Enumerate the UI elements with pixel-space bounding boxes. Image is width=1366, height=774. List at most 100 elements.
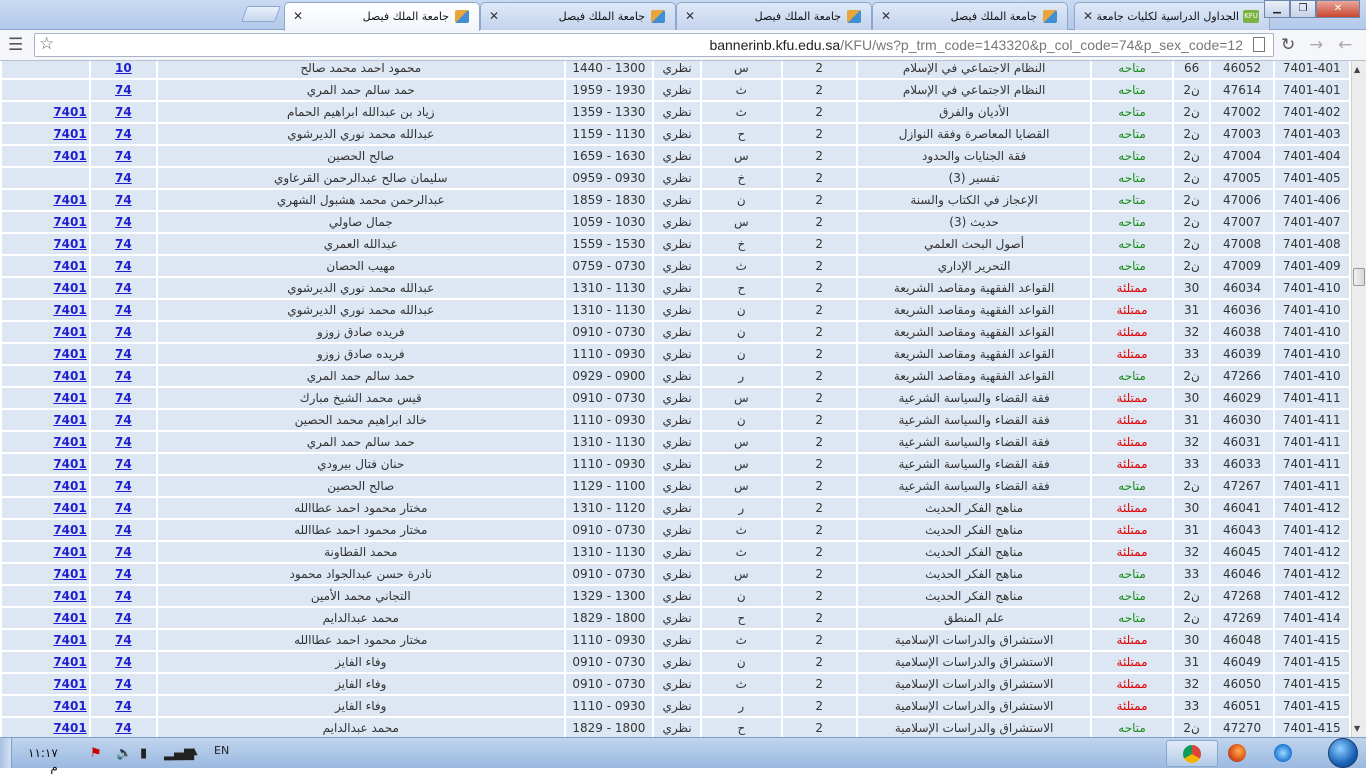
building-code-link[interactable]: 7401 [53,127,86,141]
close-icon[interactable]: ✕ [1083,9,1093,23]
class-type: نظري [654,190,701,210]
college-code-link[interactable]: 74 [115,699,132,713]
college-code-link[interactable]: 74 [115,259,132,273]
building-code-link[interactable]: 7401 [53,347,86,361]
college-code-link[interactable]: 74 [115,633,132,647]
start-button[interactable] [1328,738,1358,768]
building-code-link[interactable]: 7401 [53,589,86,603]
college-code-link[interactable]: 74 [115,523,132,537]
college-code-link[interactable]: 74 [115,369,132,383]
building-code-link[interactable]: 7401 [53,545,86,559]
college-code-link[interactable]: 74 [115,347,132,361]
scrollbar-thumb[interactable] [1353,268,1365,286]
building-code-link[interactable]: 7401 [53,721,86,735]
tab-kfu-4[interactable]: ✕ جامعة الملك فيصل [872,2,1068,30]
building-code-link[interactable]: 7401 [53,501,86,515]
action-center-icon[interactable]: ⚑ [90,746,102,761]
building-code-link[interactable]: 7401 [53,655,86,669]
building-code-link[interactable]: 7401 [53,633,86,647]
building-code-link[interactable]: 7401 [53,259,86,273]
building-code-link[interactable]: 7401 [53,413,86,427]
college-code-link[interactable]: 74 [115,171,132,185]
tab-kfu-active[interactable]: ✕ جامعة الملك فيصل [284,2,480,31]
college-code-link[interactable]: 74 [115,457,132,471]
taskbar-chrome[interactable] [1166,740,1218,767]
building-code-link[interactable]: 7401 [53,215,86,229]
college-code-link[interactable]: 74 [115,611,132,625]
language-indicator[interactable]: EN [214,744,229,757]
show-desktop-button[interactable] [0,738,12,768]
building-code-link[interactable]: 7401 [53,677,86,691]
menu-icon[interactable]: ☰ [8,35,23,55]
college-code-link[interactable]: 74 [115,721,132,735]
close-icon[interactable]: ✕ [685,9,695,23]
building-code-link[interactable]: 7401 [53,237,86,251]
taskbar-ie[interactable] [1258,740,1310,767]
college-code-link[interactable]: 74 [115,325,132,339]
college-code-link[interactable]: 74 [115,567,132,581]
scroll-up-icon[interactable]: ▲ [1354,65,1360,74]
college-code-link[interactable]: 74 [115,127,132,141]
close-window-icon[interactable]: ✕ [1316,0,1360,18]
college-code-link[interactable]: 74 [115,281,132,295]
building-code-link[interactable]: 7401 [53,567,86,581]
college-code-link[interactable]: 10 [115,61,132,75]
course-code: 7401-409 [1274,256,1349,276]
college-code-link[interactable]: 74 [115,303,132,317]
reload-icon[interactable]: ↻ [1281,35,1295,55]
building-code-link[interactable]: 7401 [53,435,86,449]
volume-icon[interactable]: 🔈 [116,746,132,761]
building-code-link[interactable]: 7401 [53,325,86,339]
power-icon[interactable]: ▮ [140,746,147,761]
clock[interactable]: ١١:١٧ م [28,746,58,774]
tab-kfu-3[interactable]: ✕ جامعة الملك فيصل [676,2,872,30]
college-code-link[interactable]: 74 [115,677,132,691]
tab-kfu-2[interactable]: ✕ جامعة الملك فيصل [480,2,676,30]
new-tab-button[interactable] [241,6,281,22]
building-code-link[interactable]: 7401 [53,457,86,471]
college-code-link[interactable]: 74 [115,501,132,515]
restore-icon[interactable]: ❐ [1290,0,1316,18]
building-code-link[interactable]: 7401 [53,193,86,207]
college-code-link[interactable]: 74 [115,149,132,163]
college-code-link[interactable]: 74 [115,435,132,449]
tab-schedules[interactable]: ✕ الجداول الدراسية لكليات جامعة KFU [1074,2,1270,30]
minimize-icon[interactable]: ▁ [1264,0,1290,18]
close-icon[interactable]: ✕ [489,9,499,23]
show-hidden-icons-icon[interactable]: ▲ [190,746,198,757]
scroll-down-icon[interactable]: ▼ [1354,724,1360,733]
back-icon[interactable]: ← [1338,35,1352,55]
college-code-link[interactable]: 74 [115,215,132,229]
bookmark-star-icon[interactable]: ☆ [39,34,54,54]
building-code-link[interactable]: 7401 [53,149,86,163]
building-code-link[interactable]: 7401 [53,611,86,625]
vertical-scrollbar[interactable]: ▲ ▼ [1351,61,1366,737]
college-code-link[interactable]: 74 [115,589,132,603]
course-title: فقة القضاء والسياسة الشرعية [857,432,1091,452]
college-code-link[interactable]: 74 [115,413,132,427]
crn-cell: 46041 [1211,498,1273,518]
forward-icon[interactable]: → [1309,35,1323,55]
college-code-link[interactable]: 74 [115,237,132,251]
college-code-link[interactable]: 74 [115,105,132,119]
college-code-link[interactable]: 74 [115,391,132,405]
college-code-link[interactable]: 74 [115,193,132,207]
building-code-link[interactable]: 7401 [53,369,86,383]
building-code-link[interactable]: 7401 [53,523,86,537]
building-code-link[interactable]: 7401 [53,105,86,119]
college-code-link[interactable]: 74 [115,655,132,669]
building-code-link[interactable]: 7401 [53,479,86,493]
credit-hours: 2 [782,432,856,452]
building-code-link[interactable]: 7401 [53,281,86,295]
college-code-link[interactable]: 74 [115,545,132,559]
status-cell: ممتلئة [1092,652,1172,672]
college-code-link[interactable]: 74 [115,479,132,493]
close-icon[interactable]: ✕ [881,9,891,23]
close-icon[interactable]: ✕ [293,9,303,23]
address-bar[interactable]: ☆ bannerinb.kfu.edu.sa/KFU/ws?p_trm_code… [34,33,1274,57]
taskbar-firefox[interactable] [1212,740,1264,767]
building-code-link[interactable]: 7401 [53,699,86,713]
building-code-link[interactable]: 7401 [53,391,86,405]
college-code-link[interactable]: 74 [115,83,132,97]
building-code-link[interactable]: 7401 [53,303,86,317]
